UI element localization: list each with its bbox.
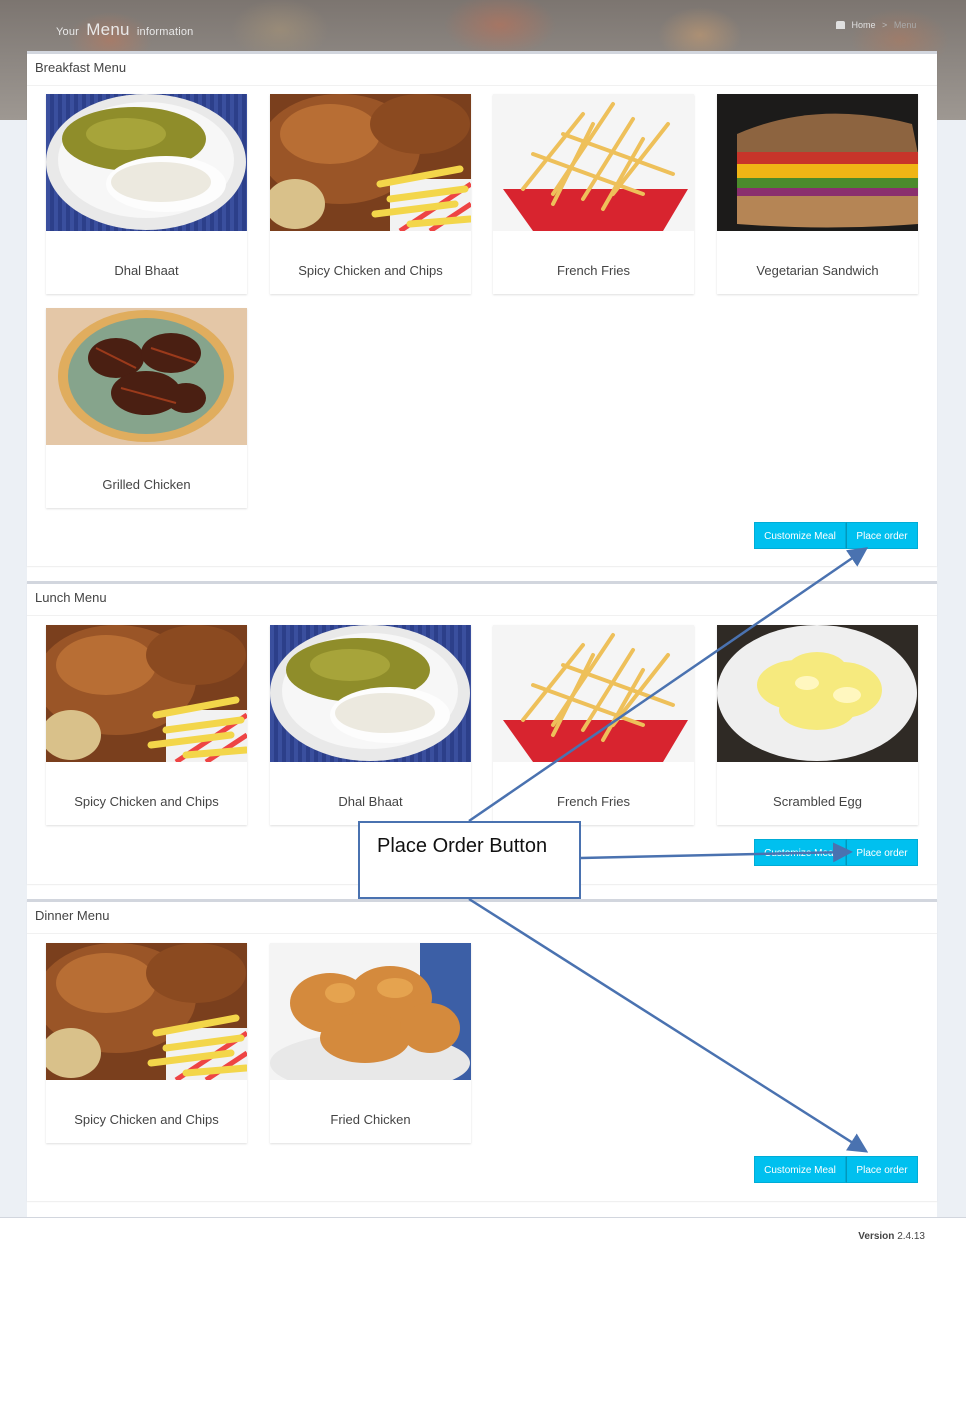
annotation-text: Place Order Button: [377, 835, 548, 857]
arrow-to-breakfast-order: [468, 547, 869, 823]
arrow-to-dinner-order: [468, 897, 869, 1153]
annotation-arrows: [468, 547, 869, 1153]
annotation-callout: Place Order Button: [358, 821, 581, 899]
arrow-to-lunch-order: [580, 842, 853, 863]
